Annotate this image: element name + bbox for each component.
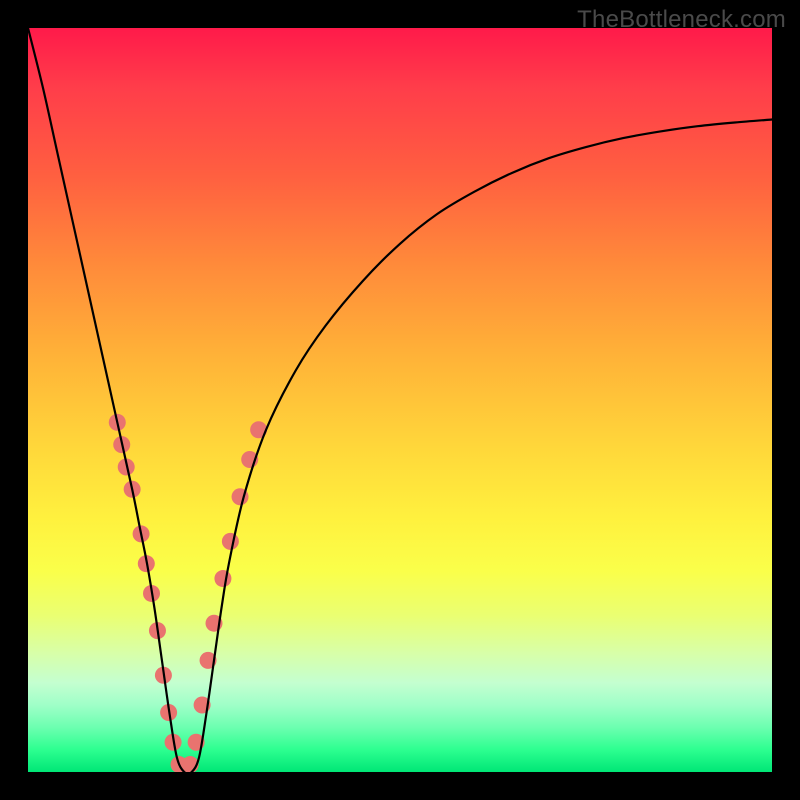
- watermark-text: TheBottleneck.com: [577, 6, 786, 34]
- highlight-point: [214, 570, 231, 587]
- bottleneck-curve: [28, 28, 772, 772]
- highlight-points-group: [109, 414, 267, 772]
- chart-frame: TheBottleneck.com: [0, 0, 800, 800]
- highlight-point: [222, 533, 239, 550]
- chart-svg: [28, 28, 772, 772]
- plot-area: [28, 28, 772, 772]
